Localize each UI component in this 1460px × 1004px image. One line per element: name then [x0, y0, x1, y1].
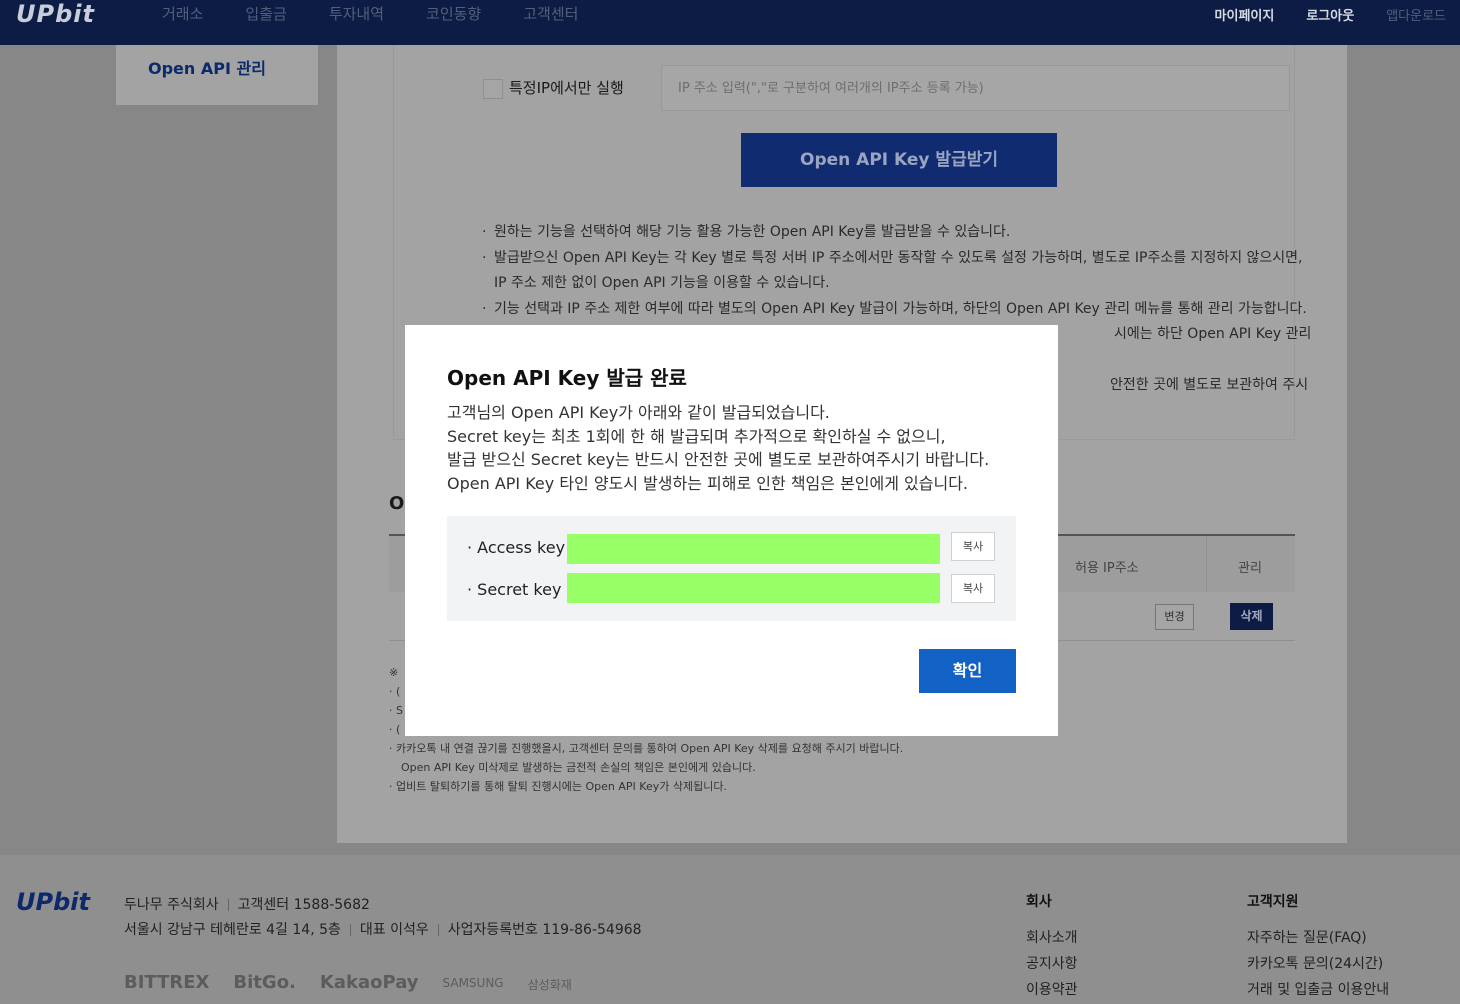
- nav-support[interactable]: 고객센터: [523, 3, 578, 24]
- app-download-link[interactable]: 앱다운로드: [1386, 5, 1446, 24]
- access-key-value-redacted[interactable]: [567, 534, 940, 564]
- footer-company-links: 회사 회사소개 공지사항 이용약관: [1026, 891, 1078, 1003]
- header-right: 마이페이지 로그아웃 앱다운로드: [1215, 5, 1446, 24]
- note-line: 원하는 기능을 선택하여 해당 기능 활용 가능한 Open API Key를 …: [482, 220, 1332, 246]
- main-nav: 거래소 입출금 투자내역 코인동향 고객센터: [162, 3, 620, 24]
- upbit-logo[interactable]: UPbit: [16, 0, 95, 28]
- note-line: 기능 선택과 IP 주소 제한 여부에 따라 별도의 Open API Key …: [482, 297, 1332, 323]
- footer-col-title: 고객지원: [1247, 894, 1299, 910]
- link-terms[interactable]: 이용약관: [1026, 977, 1078, 1003]
- company-name: 두나무 주식회사: [124, 897, 219, 913]
- samsung-logo: SAMSUNG: [442, 976, 504, 990]
- secret-key-label: · Secret key: [467, 580, 562, 599]
- table-header-divider: [1206, 536, 1207, 592]
- divider: [227, 899, 229, 911]
- bittrex-logo: BITTREX: [124, 972, 210, 993]
- kakaopay-logo: KakaoPay: [319, 972, 419, 993]
- modal-desc-line: 발급 받으신 Secret key는 반드시 안전한 곳에 별도로 보관하여주시…: [447, 450, 990, 469]
- side-item-open-api[interactable]: Open API 관리: [148, 55, 266, 79]
- note-line: IP 주소 제한 없이 Open API 기능을 이용할 수 있습니다.: [494, 275, 830, 291]
- key-box: · Access key 복사 · Secret key 복사: [447, 516, 1016, 621]
- business-number: 사업자등록번호 119-86-54968: [447, 922, 642, 938]
- modal-desc-line: 고객님의 Open API Key가 아래와 같이 발급되었습니다.: [447, 403, 830, 422]
- nav-exchange[interactable]: 거래소: [162, 3, 203, 24]
- modal-desc-line: Open API Key 타인 양도시 발생하는 피해로 인한 책임은 본인에게…: [447, 473, 969, 493]
- samsung-fire-logo: 삼성화재: [527, 978, 572, 992]
- footer-company-line: 두나무 주식회사 고객센터 1588-5682: [124, 894, 370, 914]
- modal-desc-line: Secret key는 최초 1회에 한 해 발급되며 추가적으로 확인하실 수…: [447, 426, 946, 446]
- side-menu: Open API 관리: [116, 45, 318, 105]
- divider: [437, 924, 439, 936]
- customer-center: 고객센터 1588-5682: [237, 897, 370, 913]
- bitgo-logo: BitGo.: [233, 972, 296, 993]
- top-header: UPbit 거래소 입출금 투자내역 코인동향 고객센터 마이페이지 로그아웃 …: [0, 0, 1460, 45]
- foot-note-line: · 업비트 탈퇴하기를 통해 탈퇴 진행시에는 Open API Key가 삭제…: [389, 780, 727, 793]
- foot-note-line: Open API Key 미삭제로 발생하는 금전적 손실의 책임은 본인에게 …: [401, 761, 756, 774]
- api-key-issued-modal: Open API Key 발급 완료 고객님의 Open API Key가 아래…: [405, 325, 1058, 736]
- secret-key-value-redacted[interactable]: [567, 573, 940, 603]
- key-list-title: O: [389, 493, 405, 514]
- copy-access-key-button[interactable]: 복사: [951, 532, 995, 561]
- footer-logo: UPbit: [16, 888, 90, 916]
- foot-note-line: · 카카오톡 내 연결 끊기를 진행했을시, 고객센터 문의를 통하여 Open…: [389, 742, 904, 755]
- note-line: 발급받으신 Open API Key는 각 Key 별로 특정 서버 IP 주소…: [482, 246, 1332, 272]
- nav-deposit-withdraw[interactable]: 입출금: [245, 3, 286, 24]
- modal-description: 고객님의 Open API Key가 아래와 같이 발급되었습니다. Secre…: [447, 401, 1027, 495]
- ip-only-checkbox[interactable]: [483, 79, 503, 99]
- partner-logos: BITTREX BitGo. KakaoPay SAMSUNG 삼성화재: [124, 972, 572, 993]
- ceo: 대표 이석우: [359, 922, 429, 938]
- address: 서울시 강남구 테헤란로 4길 14, 5층: [124, 922, 341, 938]
- footer-support-links: 고객지원 자주하는 질문(FAQ) 카카오톡 문의(24시간) 거래 및 입출금…: [1247, 891, 1389, 1003]
- modal-title: Open API Key 발급 완료: [447, 366, 687, 390]
- delete-button[interactable]: 삭제: [1230, 603, 1273, 630]
- footer: UPbit 두나무 주식회사 고객센터 1588-5682 서울시 강남구 테헤란…: [0, 855, 1460, 1004]
- confirm-button[interactable]: 확인: [919, 649, 1016, 693]
- access-key-label: · Access key: [467, 538, 566, 557]
- link-notice[interactable]: 공지사항: [1026, 951, 1078, 977]
- footer-col-title: 회사: [1026, 894, 1052, 910]
- ip-only-label: 특정IP에서만 실행: [509, 79, 624, 97]
- issue-api-key-button[interactable]: Open API Key 발급받기: [741, 133, 1057, 187]
- link-about[interactable]: 회사소개: [1026, 925, 1078, 951]
- link-trade-guide[interactable]: 거래 및 입출금 이용안내: [1247, 977, 1389, 1003]
- ip-address-input[interactable]: IP 주소 입력(","로 구분하여 여러개의 IP주소 등록 가능): [661, 65, 1290, 111]
- nav-investments[interactable]: 투자내역: [329, 3, 384, 24]
- mypage-link[interactable]: 마이페이지: [1215, 5, 1275, 24]
- col-manage: 관리: [1238, 561, 1262, 576]
- link-kakao-inquiry[interactable]: 카카오톡 문의(24시간): [1247, 951, 1389, 977]
- footer-address-line: 서울시 강남구 테헤란로 4길 14, 5층 대표 이석우 사업자등록번호 119-…: [124, 919, 642, 939]
- col-allowed-ip: 허용 IP주소: [1075, 561, 1139, 576]
- link-faq[interactable]: 자주하는 질문(FAQ): [1247, 925, 1389, 951]
- divider: [349, 924, 351, 936]
- copy-secret-key-button[interactable]: 복사: [951, 574, 995, 603]
- logout-link[interactable]: 로그아웃: [1306, 5, 1354, 24]
- change-button[interactable]: 변경: [1155, 604, 1194, 630]
- nav-coin-trends[interactable]: 코인동향: [426, 3, 481, 24]
